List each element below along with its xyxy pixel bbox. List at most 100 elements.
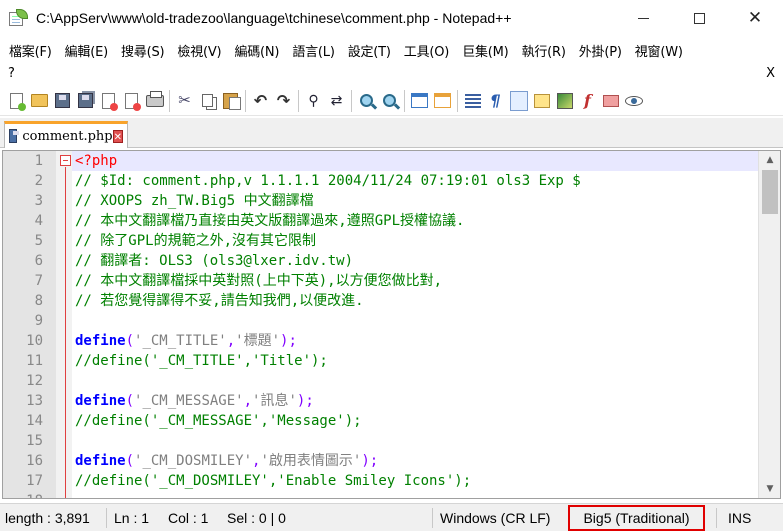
code-line[interactable]: 1 <?php <box>3 151 780 171</box>
menu-item[interactable]: 檢視(V) <box>170 41 227 60</box>
close-window-button[interactable]: ✕ <box>727 0 783 36</box>
scroll-up-icon[interactable]: ▲ <box>759 151 780 169</box>
code-line[interactable]: 18 <box>3 491 780 498</box>
status-divider <box>106 508 107 528</box>
code-line[interactable]: 3 // XOOPS zh_TW.Big5 中文翻譯檔 <box>3 191 780 211</box>
find-button[interactable]: ⚲ <box>302 90 325 112</box>
copy-button[interactable] <box>196 90 219 112</box>
save-button[interactable] <box>51 90 74 112</box>
status-encoding: Big5 (Traditional) <box>568 505 705 531</box>
sync-vertical-button[interactable] <box>408 90 431 112</box>
paste-icon <box>223 92 241 110</box>
open-file-button[interactable] <box>28 90 51 112</box>
monitor-icon <box>624 95 643 106</box>
code-line[interactable]: 7 // 本中文翻譯檔採中英對照(上中下英),以方便您做比對, <box>3 271 780 291</box>
replace-button[interactable]: ⇄ <box>325 90 348 112</box>
editor[interactable]: 1 <?php 2 // $Id: comment.php,v 1.1.1.1 200… <box>2 150 781 499</box>
fold-button[interactable] <box>530 90 553 112</box>
code-line[interactable]: 13 define('_CM_MESSAGE','訊息'); <box>3 391 780 411</box>
code-text: // XOOPS zh_TW.Big5 中文翻譯檔 <box>75 191 314 211</box>
menu-item[interactable]: 設定(T) <box>341 41 397 60</box>
save-icon <box>55 93 70 108</box>
sync-horizontal-button[interactable] <box>431 90 454 112</box>
code-line[interactable]: 11 //define('_CM_TITLE','Title'); <box>3 351 780 371</box>
code-token: //define('_CM_MESSAGE','Message'); <box>75 413 362 429</box>
code-text: // $Id: comment.php,v 1.1.1.1 2004/11/24… <box>75 171 581 191</box>
maximize-button[interactable] <box>671 0 727 36</box>
code-line[interactable]: 8 // 若您覺得譯得不妥,請告知我們,以便改進. <box>3 291 780 311</box>
undo-button[interactable]: ↶ <box>249 90 272 112</box>
code-token: '啟用表情圖示' <box>260 453 362 469</box>
zoom-out-button[interactable] <box>378 90 401 112</box>
code-line[interactable]: 16 define('_CM_DOSMILEY','啟用表情圖示'); <box>3 451 780 471</box>
code-token: , <box>226 333 236 349</box>
status-column: Col : 1 <box>168 510 209 526</box>
menu-item[interactable]: 搜尋(S) <box>114 41 170 60</box>
folder-workspace-button[interactable] <box>599 90 622 112</box>
code-line[interactable]: 9 <box>3 311 780 331</box>
line-number: 16 <box>26 453 43 469</box>
scroll-down-icon[interactable]: ▼ <box>759 480 780 498</box>
sync-horizontal-icon <box>434 93 451 108</box>
scrollbar-thumb[interactable] <box>762 170 778 214</box>
cut-icon: ✂ <box>178 91 191 109</box>
menu-item[interactable]: 執行(R) <box>515 41 572 60</box>
close-all-button[interactable] <box>120 90 143 112</box>
word-wrap-button[interactable] <box>461 90 484 112</box>
status-eol: Windows (CR LF) <box>440 510 551 526</box>
menu-item[interactable]: 視窗(W) <box>628 41 689 60</box>
menu-item[interactable]: 檔案(F) <box>2 41 58 60</box>
show-all-chars-button[interactable]: ¶ <box>484 90 507 112</box>
menu-help[interactable]: ? <box>8 66 15 81</box>
code-line[interactable]: 4 // 本中文翻譯檔乃直接由英文版翻譯過來,遵照GPL授權協議. <box>3 211 780 231</box>
print-button[interactable] <box>143 90 166 112</box>
status-bar: length : 3,891 Ln : 1 Col : 1 Sel : 0 | … <box>0 503 783 531</box>
toolbar: ✂ ↶ ↷ ⚲ ⇄ ¶ f <box>0 86 783 116</box>
monitoring-button[interactable] <box>622 90 645 112</box>
title-bar: C:\AppServ\www\old-tradezoo\language\tch… <box>0 0 783 36</box>
new-file-button[interactable] <box>5 90 28 112</box>
code-line[interactable]: 5 // 除了GPL的規範之外,沒有其它限制 <box>3 231 780 251</box>
code-text: //define('_CM_TITLE','Title'); <box>75 351 328 371</box>
toolbar-separator <box>245 89 246 112</box>
code-token: '標題' <box>235 333 281 349</box>
line-number: 12 <box>26 373 43 389</box>
code-line[interactable]: 2 // $Id: comment.php,v 1.1.1.1 2004/11/2… <box>3 171 780 191</box>
indent-guide-button[interactable] <box>507 90 530 112</box>
code-line[interactable]: 17 //define('_CM_DOSMILEY','Enable Smiley… <box>3 471 780 491</box>
menu-item[interactable]: 工具(O) <box>397 41 455 60</box>
print-icon <box>145 90 164 107</box>
function-list-button[interactable]: f <box>576 90 599 112</box>
code-text: <?php <box>75 151 117 171</box>
paste-button[interactable] <box>219 90 242 112</box>
menu-item[interactable]: 外掛(P) <box>572 41 628 60</box>
toolbar-separator <box>298 89 299 112</box>
fold-collapse-icon[interactable] <box>60 155 71 166</box>
cut-button[interactable]: ✂ <box>173 90 196 112</box>
menu-item[interactable]: 編輯(E) <box>58 41 114 60</box>
code-line[interactable]: 6 // 翻譯者: OLS3 (ols3@lxer.idv.tw) <box>3 251 780 271</box>
menu-item[interactable]: 巨集(M) <box>455 41 514 60</box>
tab-comment-php[interactable]: comment.php ✕ <box>4 121 128 148</box>
close-document-button[interactable]: X <box>766 66 775 81</box>
close-file-button[interactable] <box>97 90 120 112</box>
redo-button[interactable]: ↷ <box>272 90 295 112</box>
notepadpp-icon <box>8 9 28 27</box>
tab-close-icon[interactable]: ✕ <box>112 129 123 143</box>
menu-item[interactable]: 語言(L) <box>285 41 340 60</box>
status-insert-mode: INS <box>728 510 752 526</box>
document-map-button[interactable] <box>553 90 576 112</box>
save-all-button[interactable] <box>74 90 97 112</box>
code-line[interactable]: 12 <box>3 371 780 391</box>
zoom-in-button[interactable] <box>355 90 378 112</box>
code-line[interactable]: 14 //define('_CM_MESSAGE','Message'); <box>3 411 780 431</box>
find-icon: ⚲ <box>308 92 319 109</box>
code-line[interactable]: 10 define('_CM_TITLE','標題'); <box>3 331 780 351</box>
code-token: '_CM_DOSMILEY' <box>134 453 253 469</box>
zoom-in-icon <box>360 94 373 107</box>
line-number: 11 <box>26 353 43 369</box>
code-line[interactable]: 15 <box>3 431 780 451</box>
vertical-scrollbar[interactable]: ▲ ▼ <box>758 151 780 498</box>
menu-item[interactable]: 編碼(N) <box>227 41 285 60</box>
minimize-button[interactable] <box>615 0 671 36</box>
